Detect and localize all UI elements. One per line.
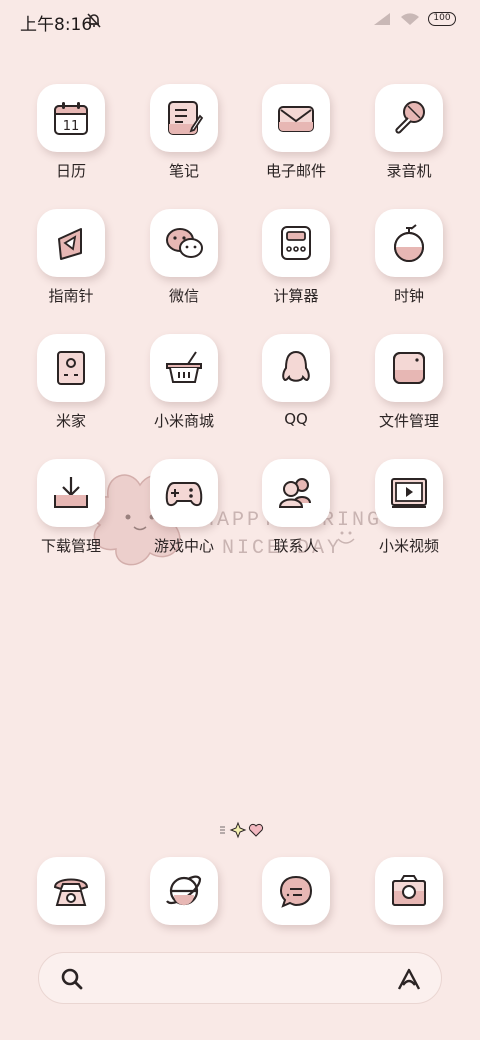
app-tile[interactable] [150,84,218,152]
app-label: 小米商城 [153,412,214,430]
app-calculator[interactable]: 计算器 [246,209,346,319]
app-label: 小米视频 [378,537,439,555]
app-tile[interactable] [150,857,218,925]
compass-icon [58,228,82,260]
dock-browser[interactable] [134,857,234,967]
app-label: 下载管理 [40,537,101,555]
notes-icon [168,101,204,135]
calendar-day: 11 [63,119,80,134]
app-folder[interactable]: 文件管理 [359,334,459,444]
app-label: 指南针 [48,287,94,305]
app-tile[interactable] [150,334,218,402]
assistant-icon[interactable] [395,965,423,993]
gamepad-icon [165,482,203,507]
app-label: QQ [284,410,308,428]
app-label: 微信 [168,287,199,305]
app-tile[interactable] [37,857,105,925]
mail-icon [278,106,314,132]
search-icon[interactable] [59,966,85,992]
basket-icon [166,351,202,383]
app-label: 时钟 [393,287,424,305]
app-tile[interactable] [262,459,330,527]
app-label: 游戏中心 [153,537,214,555]
qq-penguin-icon [282,350,310,382]
app-label: 录音机 [386,162,432,180]
app-label: 笔记 [168,162,199,180]
browser-icon [166,875,202,906]
app-microphone[interactable]: 录音机 [359,84,459,194]
app-tile[interactable] [37,209,105,277]
app-tile[interactable] [37,459,105,527]
clock-icon [394,224,424,262]
app-qq-penguin[interactable]: QQ [246,334,346,444]
app-video[interactable]: 小米视频 [359,459,459,569]
search-bar[interactable] [38,952,442,1004]
app-tile[interactable] [375,857,443,925]
bell-muted-icon [87,13,101,28]
app-tile[interactable] [262,209,330,277]
app-tile[interactable] [375,334,443,402]
app-tile[interactable] [375,84,443,152]
app-tile[interactable] [375,459,443,527]
signal-icon [374,13,390,25]
app-download[interactable]: 下载管理 [21,459,121,569]
app-basket[interactable]: 小米商城 [134,334,234,444]
app-tile[interactable] [150,209,218,277]
app-calendar[interactable]: 11 日历 [21,84,121,194]
dock-phone[interactable] [21,857,121,967]
app-tile[interactable]: 11 [37,84,105,152]
app-tile[interactable] [150,459,218,527]
app-tile[interactable] [262,334,330,402]
page-indicator[interactable] [218,820,266,840]
wallpaper-decoration: HAPPY SPRING NICE DAY [90,474,379,566]
battery-icon: 100 [428,12,456,26]
message-icon [279,875,313,908]
sparkle-icon [229,821,247,839]
app-clock[interactable]: 时钟 [359,209,459,319]
app-label: 联系人 [273,537,319,555]
dock-message[interactable] [246,857,346,967]
microphone-icon [395,101,425,134]
calculator-icon [281,226,311,260]
app-tile[interactable] [37,334,105,402]
mijia-icon [57,351,85,385]
app-mijia[interactable]: 米家 [21,334,121,444]
app-tile[interactable] [262,857,330,925]
app-label: 文件管理 [378,412,439,430]
app-tile[interactable] [262,84,330,152]
camera-icon [392,875,426,906]
status-bar: 上午8:16 100 [0,0,480,40]
phone-icon [53,878,89,906]
app-gamepad[interactable]: 游戏中心 [134,459,234,569]
app-label: 计算器 [273,287,319,305]
video-icon [391,478,427,508]
app-label: 米家 [55,412,86,430]
app-contacts[interactable]: 联系人 [246,459,346,569]
download-icon [54,477,88,508]
menu-lines-icon [220,826,225,834]
app-label: 日历 [55,162,86,180]
app-wechat[interactable]: 微信 [134,209,234,319]
app-notes[interactable]: 笔记 [134,84,234,194]
wifi-icon [401,13,419,25]
app-tile[interactable] [375,209,443,277]
dock-camera[interactable] [359,857,459,967]
app-mail[interactable]: 电子邮件 [246,84,346,194]
folder-icon [393,352,425,384]
status-time: 上午8:16 [20,15,93,35]
calendar-icon: 11 [54,102,88,135]
wechat-icon [166,228,203,258]
heart-icon [248,823,264,837]
contacts-icon [278,478,311,508]
app-compass[interactable]: 指南针 [21,209,121,319]
app-label: 电子邮件 [265,162,326,180]
